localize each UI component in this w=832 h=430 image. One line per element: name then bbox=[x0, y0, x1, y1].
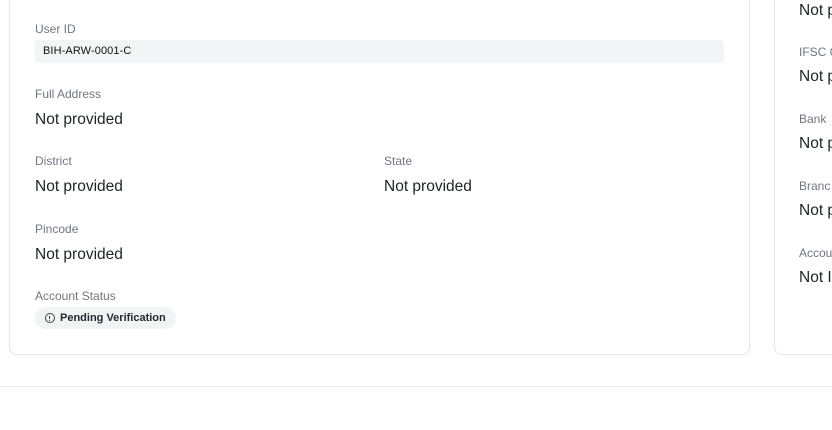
district-label: District bbox=[35, 154, 72, 168]
ifsc-label: IFSC C bbox=[799, 45, 832, 59]
user-id-value: BIH-ARW-0001-C bbox=[43, 45, 132, 57]
account-status-badge: Pending Verification bbox=[35, 307, 176, 329]
bank-name-value: Not p bbox=[799, 135, 832, 152]
bank-top-value: Not p bbox=[799, 2, 832, 19]
account-number-value: Not I bbox=[799, 269, 832, 286]
user-id-label: User ID bbox=[35, 22, 76, 36]
district-value: Not provided bbox=[35, 178, 123, 195]
pincode-label: Pincode bbox=[35, 222, 79, 236]
account-status-value: Pending Verification bbox=[60, 312, 166, 324]
state-label: State bbox=[384, 154, 413, 168]
pincode-value: Not provided bbox=[35, 246, 123, 263]
full-address-value: Not provided bbox=[35, 111, 123, 128]
bank-name-label: Bank bbox=[799, 112, 827, 126]
account-number-label: Accou bbox=[799, 246, 832, 260]
branch-label: Branc bbox=[799, 179, 831, 193]
ifsc-value: Not p bbox=[799, 68, 832, 85]
account-status-label: Account Status bbox=[35, 289, 116, 303]
bank-details-card: Not p IFSC C Not p Bank Not p Branc Not … bbox=[774, 0, 832, 355]
user-id-field: BIH-ARW-0001-C bbox=[35, 40, 724, 63]
state-value: Not provided bbox=[384, 178, 472, 195]
footer-divider bbox=[0, 386, 832, 387]
branch-value: Not p bbox=[799, 202, 832, 219]
profile-details-card: User ID BIH-ARW-0001-C Full Address Not … bbox=[9, 0, 750, 355]
full-address-label: Full Address bbox=[35, 87, 102, 101]
info-clock-icon bbox=[45, 313, 55, 323]
